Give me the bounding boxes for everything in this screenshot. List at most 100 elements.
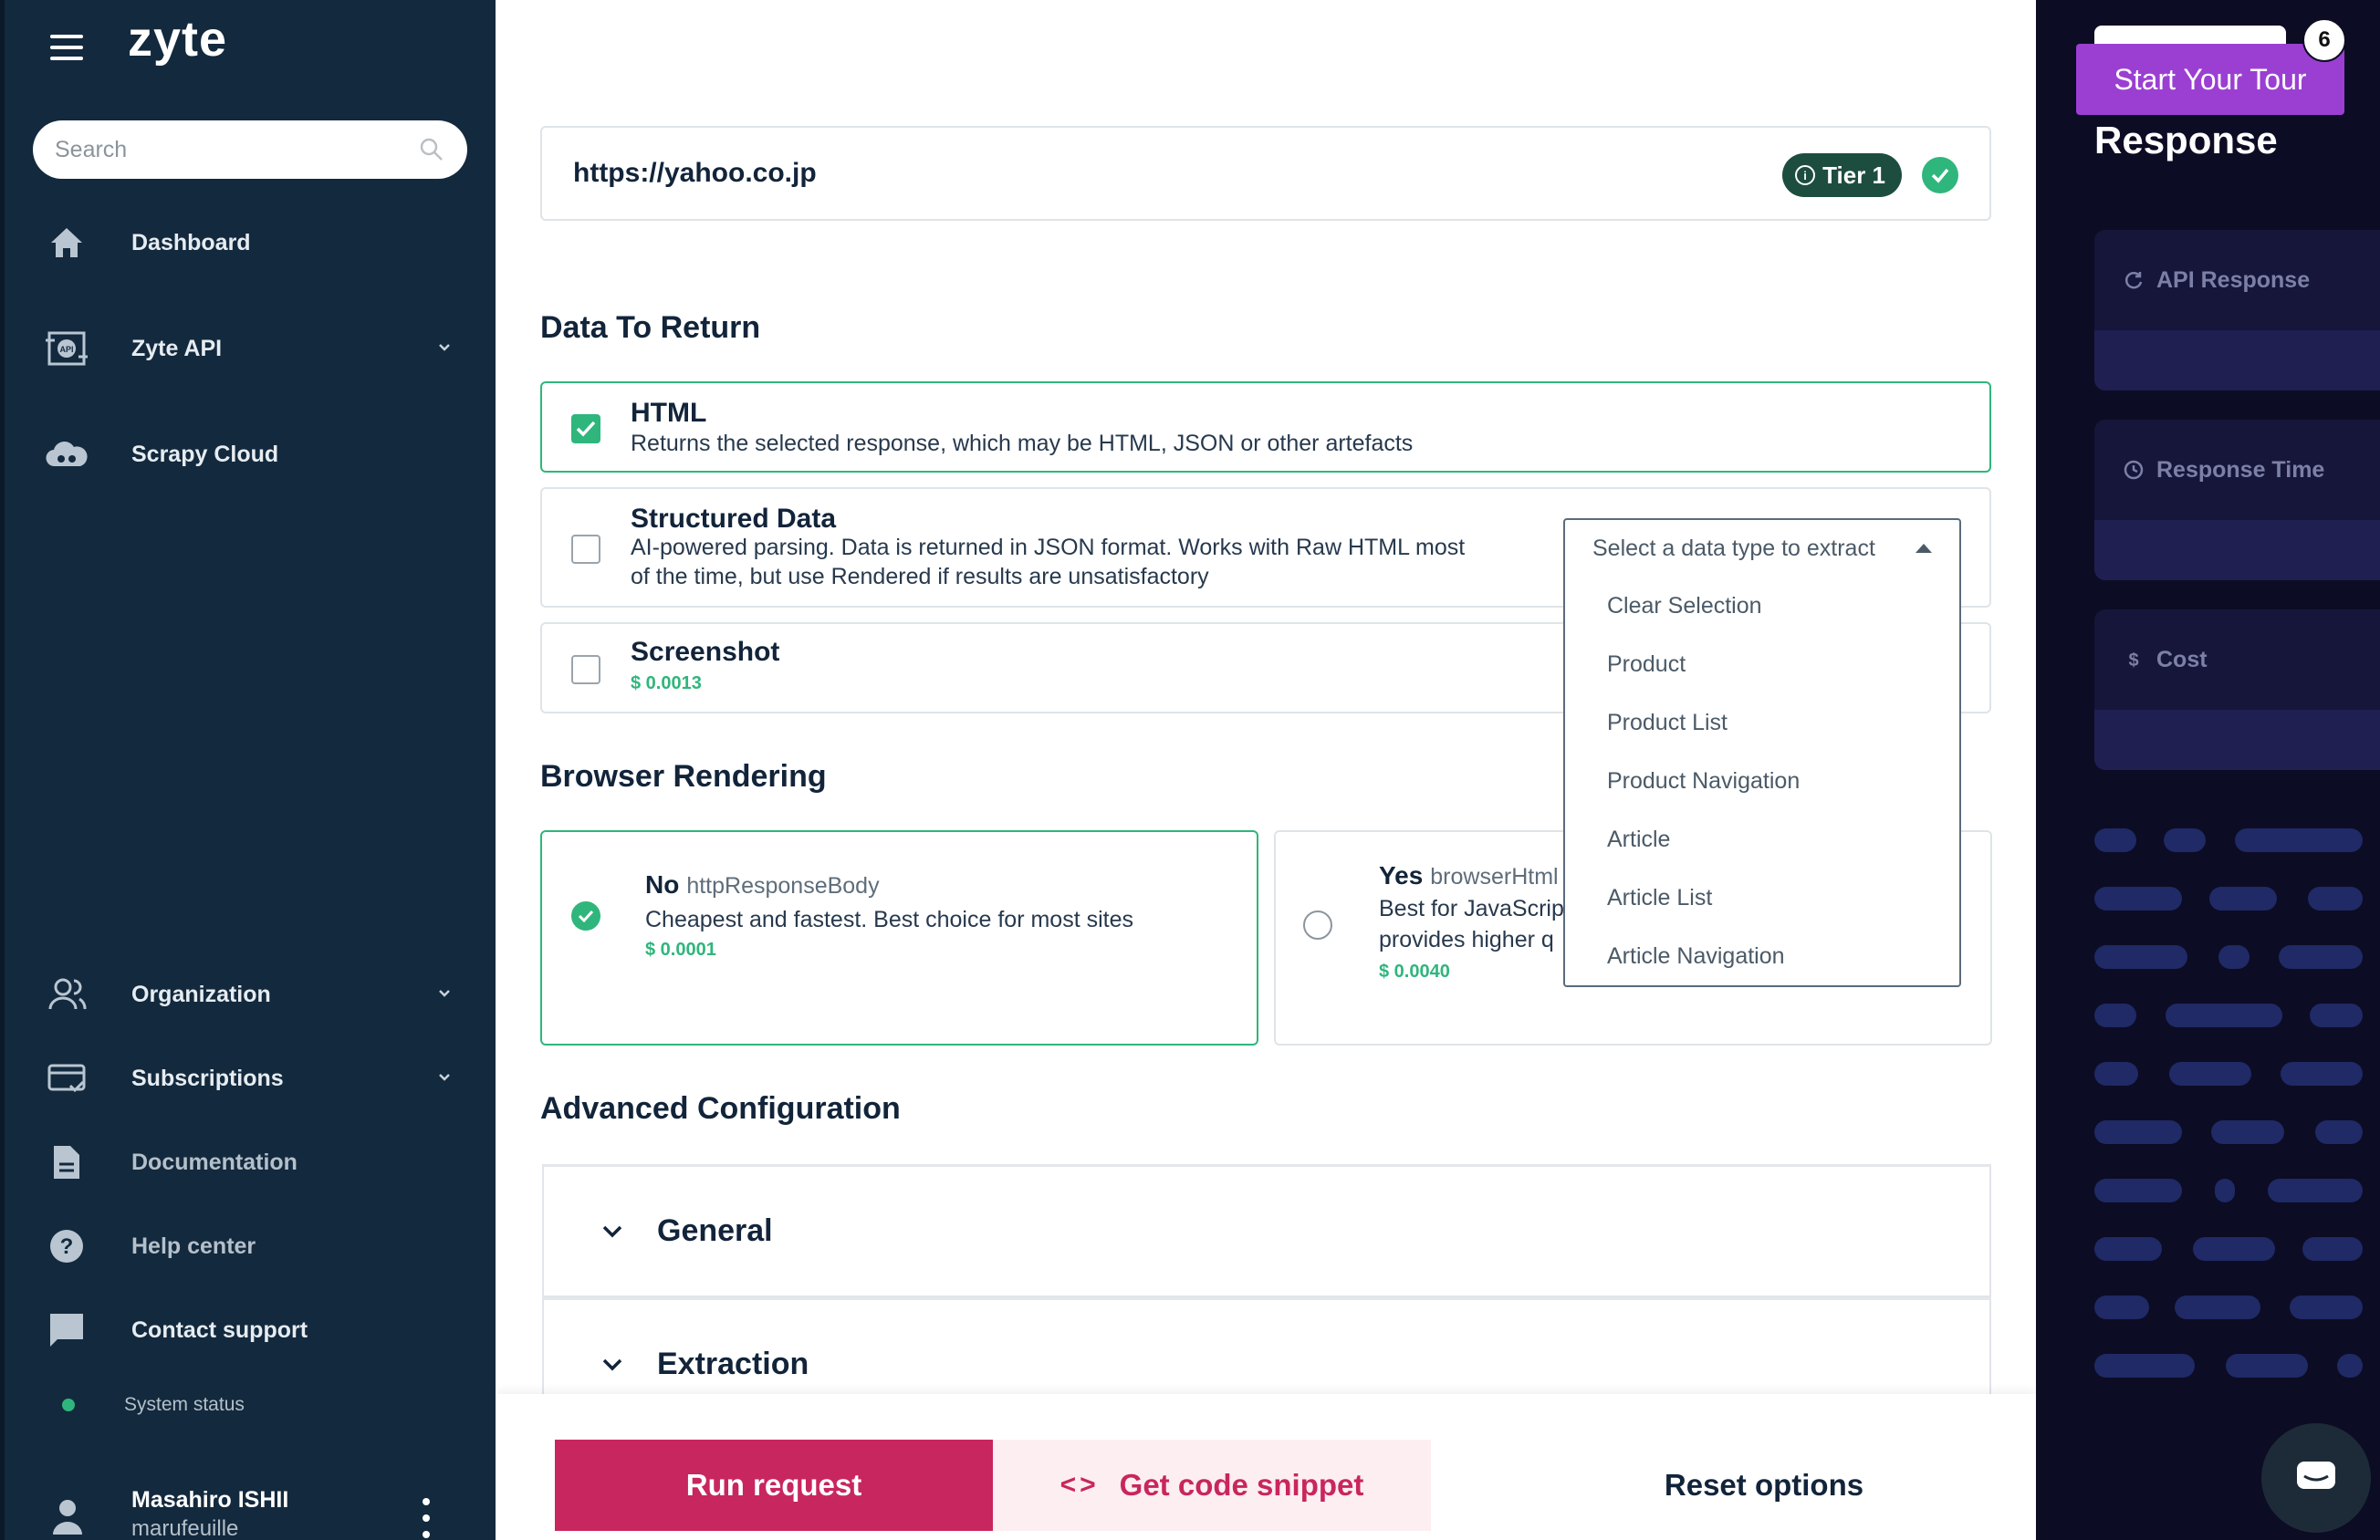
rendering-no-card[interactable]: No httpResponseBody Cheapest and fastest.… [540,830,1258,1046]
main-content: https://yahoo.co.jp i Tier 1 Data To Ret… [496,0,2036,1540]
user-name: Masahiro ISHII [131,1487,289,1513]
rendering-no-title: No httpResponseBody [645,870,880,900]
sidebar-item-zyte-api[interactable]: API Zyte API [44,321,454,376]
sidebar-item-documentation[interactable]: Documentation [44,1135,454,1190]
start-tour-button[interactable]: Start Your Tour [2076,44,2344,115]
chevron-down-icon [602,1358,622,1370]
metric-label: Response Time [2156,456,2325,483]
chevron-down-icon[interactable] [434,1067,454,1087]
option-desc-line1: AI-powered parsing. Data is returned in … [631,535,1466,560]
accordion-label: Extraction [657,1347,809,1381]
svg-text:?: ? [60,1234,74,1259]
metric-response-time: Response Time [2094,420,2380,580]
rendering-no-radio[interactable] [571,901,600,931]
rendering-yes-radio[interactable] [1303,910,1332,940]
option-desc-line2: of the time, but use Rendered if results… [631,564,1209,589]
snippet-label: Get code snippet [1119,1468,1364,1502]
search-icon[interactable] [418,136,445,163]
sidebar-item-label: Subscriptions [131,1065,284,1091]
dropdown-option[interactable]: Article Navigation [1565,927,1959,985]
data-type-dropdown[interactable]: Select a data type to extract Clear Sele… [1563,518,1961,987]
tour-count-badge: 6 [2302,18,2346,62]
dropdown-option[interactable]: Clear Selection [1565,577,1959,635]
response-panel: Start Your Tour 6 Response API Response … [2036,0,2380,1540]
dropdown-option[interactable]: Product [1565,635,1959,693]
sidebar-item-organization[interactable]: Organization [44,967,454,1022]
advanced-config-title: Advanced Configuration [540,1091,901,1126]
screenshot-checkbox[interactable] [571,655,600,684]
sidebar: zyte Dashboard API Zyte API Scrapy Cloud… [0,0,496,1540]
sidebar-item-dashboard[interactable]: Dashboard [44,215,454,270]
svg-text:$: $ [2128,650,2138,671]
sidebar-item-scrapy-cloud[interactable]: Scrapy Cloud [44,427,454,482]
system-status[interactable]: System status [62,1394,245,1416]
chevron-down-icon[interactable] [434,983,454,1004]
option-title: HTML [631,398,707,428]
sidebar-item-subscriptions[interactable]: Subscriptions [44,1051,454,1106]
search-box[interactable] [33,120,467,179]
tier-badge: i Tier 1 [1782,153,1902,197]
chevron-down-icon[interactable] [434,338,454,358]
sidebar-item-label: Contact support [131,1316,308,1343]
sidebar-item-label: Documentation [131,1149,298,1175]
sidebar-item-label: Dashboard [131,229,251,255]
url-value[interactable]: https://yahoo.co.jp [573,158,817,189]
run-request-button[interactable]: Run request [555,1440,993,1531]
chat-bubble-icon [44,1307,89,1353]
metric-label: Cost [2156,646,2208,672]
option-html[interactable]: HTML Returns the selected response, whic… [540,381,1991,473]
metric-cost: $ Cost [2094,609,2380,770]
url-field[interactable]: https://yahoo.co.jp i Tier 1 [540,126,1991,221]
data-to-return-title: Data To Return [540,310,761,345]
dollar-icon: $ [2122,648,2145,671]
zyte-logo[interactable]: zyte [128,11,227,68]
sidebar-item-label: Help center [131,1233,256,1259]
option-title: Screenshot [631,637,780,667]
rendering-yes-desc-line2: provides higher q [1379,927,1554,952]
dropdown-option[interactable]: Article List [1565,869,1959,927]
dropdown-option[interactable]: Article [1565,810,1959,869]
html-checkbox[interactable] [571,414,600,443]
status-dot [62,1399,75,1411]
chat-widget-button[interactable] [2261,1423,2371,1533]
get-code-snippet-button[interactable]: <> Get code snippet [993,1440,1431,1531]
rendering-yes-sub: browserHtml [1430,864,1559,890]
accordion-label: General [657,1213,773,1248]
rendering-no-desc: Cheapest and fastest. Best choice for mo… [645,907,1133,932]
accordion-general[interactable]: General [542,1164,1991,1297]
action-bar: Run request <> Get code snippet Reset op… [496,1394,2036,1540]
select-placeholder: Select a data type to extract [1592,535,1875,561]
sidebar-edge [0,0,5,1540]
cloud-icon [44,432,89,477]
user-profile[interactable]: Masahiro ISHII marufeuille [47,1478,458,1540]
check-circle-icon [1922,157,1958,193]
search-input[interactable] [55,136,418,163]
dropdown-option[interactable]: Product List [1565,693,1959,752]
response-title: Response [2094,119,2278,161]
option-desc: Returns the selected response, which may… [631,431,1414,456]
rendering-no-price: $ 0.0001 [645,940,716,960]
metric-api-response: API Response [2094,230,2380,390]
sidebar-item-contact-support[interactable]: Contact support [44,1303,454,1358]
user-org: marufeuille [131,1516,239,1540]
menu-icon[interactable] [50,35,83,60]
sidebar-item-help-center[interactable]: ? Help center [44,1219,454,1274]
organization-icon [44,972,89,1017]
reset-options-button[interactable]: Reset options [1563,1440,1965,1531]
svg-text:API: API [59,345,73,354]
api-icon: API [44,326,89,371]
clock-icon [2122,458,2145,482]
system-status-label: System status [124,1394,245,1415]
avatar [53,1500,82,1535]
more-options-icon[interactable] [422,1498,431,1538]
caret-up-icon [1915,544,1932,553]
sidebar-item-label: Organization [131,981,271,1007]
tier-label: Tier 1 [1822,161,1885,189]
rendering-yes-title: Yes browserHtml [1379,861,1559,890]
sidebar-item-label: Zyte API [131,335,223,361]
structured-data-checkbox[interactable] [571,535,600,564]
dropdown-option[interactable]: Product Navigation [1565,752,1959,810]
rendering-no-label: No [645,870,680,899]
data-type-select[interactable]: Select a data type to extract [1565,520,1959,577]
rendering-yes-desc-line1: Best for JavaScript [1379,896,1571,921]
